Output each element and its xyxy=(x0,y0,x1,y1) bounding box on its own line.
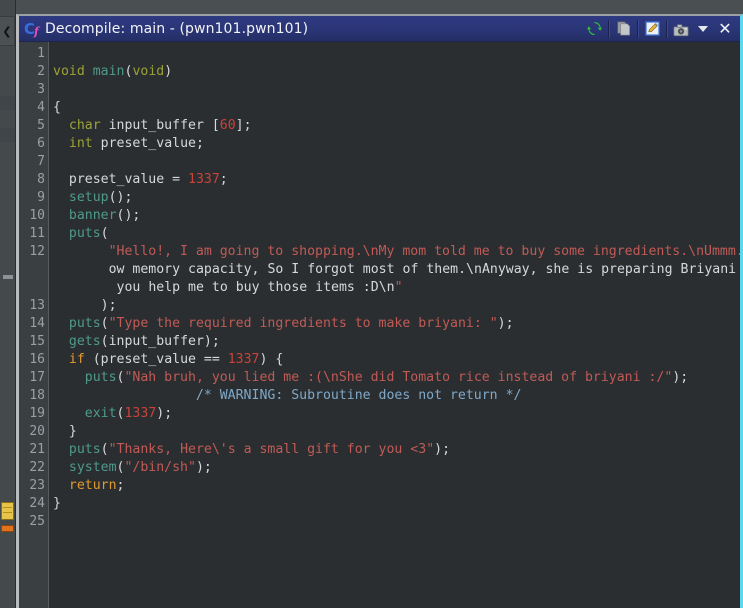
line-number: 1 xyxy=(37,46,45,61)
left-rail: ❮ xyxy=(0,0,16,608)
chevron-down-icon xyxy=(698,25,708,32)
line-number: 2 xyxy=(37,64,45,79)
line-number: 7 xyxy=(37,154,45,169)
line-number: 24 xyxy=(29,496,45,511)
chevron-left-icon: ❮ xyxy=(2,24,12,38)
code-line[interactable]: puts("Type the required ingredients to m… xyxy=(53,316,740,334)
code-line[interactable]: puts("Nah bruh, you lied me :(\nShe did … xyxy=(53,370,740,388)
line-number: 14 xyxy=(29,316,45,331)
snapshot-button[interactable] xyxy=(668,18,694,40)
code-line[interactable]: you help me to buy those items :D\n" xyxy=(53,280,740,298)
line-number: 8 xyxy=(37,172,45,187)
titlebar-button-group: ✕ xyxy=(581,18,738,40)
code-line[interactable]: return; xyxy=(53,478,740,496)
line-number: 16 xyxy=(29,352,45,367)
refresh-icon xyxy=(586,21,602,36)
code-line[interactable]: } xyxy=(53,496,740,514)
line-number: 18 xyxy=(29,388,45,403)
titlebar-separator xyxy=(637,19,638,38)
code-line[interactable]: int preset_value; xyxy=(53,136,740,154)
close-icon: ✕ xyxy=(718,18,732,38)
code-line[interactable]: void main(void) xyxy=(53,64,740,82)
code-line[interactable]: ); xyxy=(53,298,740,316)
copy-button[interactable] xyxy=(610,18,636,40)
line-number: 3 xyxy=(37,82,45,97)
rail-shadow-block xyxy=(0,128,15,142)
code-line[interactable]: char input_buffer [60]; xyxy=(53,118,740,136)
rail-shadow-block xyxy=(0,96,15,110)
decompile-window: Cf Decompile: main - (pwn101.pwn101) ✕ 1… xyxy=(16,14,743,608)
code-line[interactable] xyxy=(53,82,740,100)
code-line[interactable]: } xyxy=(53,424,740,442)
code-line[interactable]: system("/bin/sh"); xyxy=(53,460,740,478)
code-line[interactable]: banner(); xyxy=(53,208,740,226)
menu-arrow-button[interactable] xyxy=(694,18,712,40)
code-line[interactable]: preset_value = 1337; xyxy=(53,172,740,190)
line-number: 4 xyxy=(37,100,45,115)
code-line[interactable]: puts( xyxy=(53,226,740,244)
line-number: 21 xyxy=(29,442,45,457)
line-number: 17 xyxy=(29,370,45,385)
line-number: 22 xyxy=(29,460,45,475)
titlebar-separator xyxy=(666,19,667,38)
code-line[interactable]: gets(input_buffer); xyxy=(53,334,740,352)
line-number: 19 xyxy=(29,406,45,421)
close-button[interactable]: ✕ xyxy=(712,18,738,40)
code-line[interactable]: ow memory capacity, So I forgot most of … xyxy=(53,262,740,280)
rail-highlight-marker[interactable] xyxy=(1,525,14,532)
code-line[interactable] xyxy=(53,46,740,64)
rail-bookmark-marker[interactable] xyxy=(1,502,14,520)
code-line[interactable]: puts("Thanks, Here\'s a small gift for y… xyxy=(53,442,740,460)
window-titlebar[interactable]: Cf Decompile: main - (pwn101.pwn101) ✕ xyxy=(19,16,740,42)
code-text[interactable]: void main(void) { char input_buffer [60];… xyxy=(49,42,740,608)
line-number: 6 xyxy=(37,136,45,151)
edit-button[interactable] xyxy=(639,18,665,40)
line-number: 23 xyxy=(29,478,45,493)
refresh-button[interactable] xyxy=(581,18,607,40)
line-number: 15 xyxy=(29,334,45,349)
line-number: 11 xyxy=(29,226,45,241)
line-number: 5 xyxy=(37,118,45,133)
code-line[interactable] xyxy=(53,154,740,172)
line-number: 12 xyxy=(29,244,45,259)
code-line[interactable]: { xyxy=(53,100,740,118)
code-line[interactable]: if (preset_value == 1337) { xyxy=(53,352,740,370)
line-number xyxy=(19,280,48,298)
code-line[interactable]: setup(); xyxy=(53,190,740,208)
decompiler-window-root: ❮ Cf Decompile: main - (pwn101.pwn101) ✕… xyxy=(0,0,743,608)
line-number: 9 xyxy=(37,190,45,205)
titlebar-separator xyxy=(608,19,609,38)
window-title: Decompile: main - (pwn101.pwn101) xyxy=(45,20,309,37)
code-line[interactable]: /* WARNING: Subroutine does not return *… xyxy=(53,388,740,406)
code-line[interactable]: "Hello!, I am going to shopping.\nMy mom… xyxy=(53,244,740,262)
rail-tick-marker[interactable] xyxy=(3,275,13,279)
camera-icon xyxy=(673,22,689,36)
line-number xyxy=(19,262,48,280)
decompiler-code-area[interactable]: 1 2 3 4 5 6 7 8 9 10 11 12 13 14 15 16 17 18 19 20 21 22 23 24 2… xyxy=(19,42,740,608)
code-line[interactable]: exit(1337); xyxy=(53,406,740,424)
copy-pages-icon xyxy=(616,21,631,36)
line-number: 10 xyxy=(29,208,45,223)
line-number-gutter: 1 2 3 4 5 6 7 8 9 10 11 12 13 14 15 16 17 18 19 20 21 22 23 24 2… xyxy=(19,42,49,608)
code-line[interactable] xyxy=(53,514,740,532)
collapse-panel-button[interactable]: ❮ xyxy=(0,16,15,46)
line-number: 25 xyxy=(29,514,45,529)
line-number: 13 xyxy=(29,298,45,313)
edit-pencil-icon xyxy=(644,21,660,36)
c-function-icon: Cf xyxy=(24,19,39,38)
line-number: 20 xyxy=(29,424,45,439)
